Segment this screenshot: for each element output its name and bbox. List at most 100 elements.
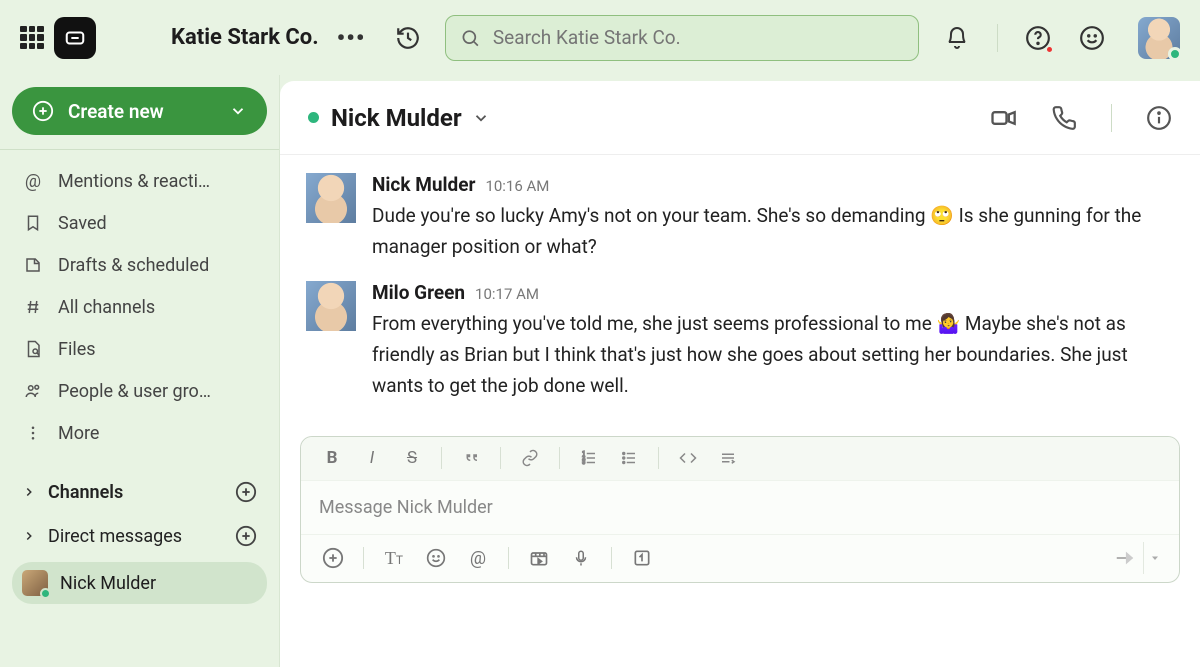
audio-clip-button[interactable] xyxy=(563,541,599,575)
search-icon xyxy=(460,27,480,49)
format-toolbar: B I S 123 xyxy=(301,437,1179,481)
nav-more[interactable]: More xyxy=(12,412,267,454)
bold-button[interactable]: B xyxy=(315,443,349,473)
emoji-button[interactable] xyxy=(418,541,454,575)
phone-call-icon[interactable] xyxy=(1051,105,1077,131)
composer-actions: TT @ xyxy=(301,534,1179,582)
create-new-button[interactable]: Create new xyxy=(12,87,267,135)
strikethrough-button[interactable]: S xyxy=(395,443,429,473)
chevron-down-icon[interactable] xyxy=(472,109,490,127)
drafts-icon xyxy=(22,256,44,274)
nav-label: Saved xyxy=(58,213,107,234)
notifications-icon[interactable] xyxy=(943,24,971,52)
chat-title[interactable]: Nick Mulder xyxy=(331,104,462,132)
separator xyxy=(997,24,998,52)
shortcut-button[interactable] xyxy=(624,541,660,575)
message-sender[interactable]: Nick Mulder xyxy=(372,173,475,196)
avatar xyxy=(22,570,48,596)
video-clip-button[interactable] xyxy=(521,541,557,575)
section-label: Direct messages xyxy=(48,526,182,547)
more-icon[interactable]: ••• xyxy=(337,24,366,52)
chat-header: Nick Mulder xyxy=(280,81,1200,155)
nav-label: People & user gro… xyxy=(58,381,211,402)
chevron-right-icon xyxy=(22,485,36,499)
chevron-right-icon xyxy=(22,529,36,543)
separator xyxy=(363,547,364,569)
app-logo[interactable] xyxy=(54,17,96,59)
nav-files[interactable]: Files xyxy=(12,328,267,370)
section-direct-messages[interactable]: Direct messages xyxy=(12,514,267,558)
message-text: Dude you're so lucky Amy's not on your t… xyxy=(372,200,1174,263)
nav-all-channels[interactable]: All channels xyxy=(12,286,267,328)
bullet-list-button[interactable] xyxy=(612,443,646,473)
nav-label: Files xyxy=(58,339,96,360)
separator xyxy=(559,447,560,469)
link-button[interactable] xyxy=(513,443,547,473)
section-channels[interactable]: Channels xyxy=(12,470,267,514)
separator xyxy=(1111,104,1112,132)
nav-people[interactable]: People & user gro… xyxy=(12,370,267,412)
nav-label: Drafts & scheduled xyxy=(58,255,209,276)
message: Nick Mulder 10:16 AM Dude you're so luck… xyxy=(306,173,1174,263)
sidebar: Create new @ Mentions & reacti… Saved Dra… xyxy=(0,75,280,667)
message-text: From everything you've told me, she just… xyxy=(372,308,1174,402)
search-input[interactable] xyxy=(493,26,904,49)
section-label: Channels xyxy=(48,482,123,503)
format-toggle-button[interactable]: TT xyxy=(376,541,412,575)
send-button[interactable] xyxy=(1107,542,1143,574)
topbar: Katie Stark Co. ••• xyxy=(0,0,1200,75)
search-box[interactable] xyxy=(445,15,919,61)
info-icon[interactable] xyxy=(1146,105,1172,131)
separator xyxy=(611,547,612,569)
presence-dot xyxy=(40,588,51,599)
message-input[interactable]: Message Nick Mulder xyxy=(301,481,1179,534)
send-options-button[interactable] xyxy=(1143,542,1165,574)
avatar[interactable] xyxy=(306,173,356,223)
video-call-icon[interactable] xyxy=(989,104,1017,132)
message: Milo Green 10:17 AM From everything you'… xyxy=(306,281,1174,402)
separator xyxy=(500,447,501,469)
attach-button[interactable] xyxy=(315,541,351,575)
file-icon xyxy=(22,340,44,358)
chat-panel: Nick Mulder Nick Mulder 10:16 AM Dude yo… xyxy=(280,81,1200,667)
add-channel-button[interactable] xyxy=(235,481,257,503)
nav-mentions[interactable]: @ Mentions & reacti… xyxy=(12,160,267,202)
message-sender[interactable]: Milo Green xyxy=(372,281,465,304)
nav-drafts[interactable]: Drafts & scheduled xyxy=(12,244,267,286)
user-avatar[interactable] xyxy=(1132,17,1180,59)
dm-item-nick-mulder[interactable]: Nick Mulder xyxy=(12,562,267,604)
message-time: 10:17 AM xyxy=(475,285,539,303)
dm-name: Nick Mulder xyxy=(60,573,156,594)
app-grid-icon[interactable] xyxy=(20,26,44,50)
avatar[interactable] xyxy=(306,281,356,331)
workspace-name[interactable]: Katie Stark Co. xyxy=(171,25,319,50)
nav-label: Mentions & reacti… xyxy=(58,171,210,192)
italic-button[interactable]: I xyxy=(355,443,389,473)
people-icon xyxy=(22,382,44,400)
nav-label: More xyxy=(58,423,99,444)
code-button[interactable] xyxy=(671,443,705,473)
blockquote-button[interactable] xyxy=(454,443,488,473)
at-icon: @ xyxy=(22,171,44,192)
emoji-icon[interactable] xyxy=(1078,24,1106,52)
separator xyxy=(0,149,279,150)
message-list: Nick Mulder 10:16 AM Dude you're so luck… xyxy=(280,155,1200,430)
create-new-label: Create new xyxy=(68,100,164,123)
presence-dot xyxy=(308,112,319,123)
code-block-button[interactable] xyxy=(711,443,745,473)
mention-button[interactable]: @ xyxy=(460,541,496,575)
bookmark-icon xyxy=(22,214,44,232)
ordered-list-button[interactable]: 123 xyxy=(572,443,606,473)
presence-dot xyxy=(1168,47,1182,61)
separator xyxy=(441,447,442,469)
separator xyxy=(658,447,659,469)
nav-saved[interactable]: Saved xyxy=(12,202,267,244)
add-dm-button[interactable] xyxy=(235,525,257,547)
help-icon[interactable] xyxy=(1024,24,1052,52)
more-vertical-icon xyxy=(22,424,44,442)
history-icon[interactable] xyxy=(395,25,421,51)
plus-circle-icon xyxy=(32,100,54,122)
nav-label: All channels xyxy=(58,297,155,318)
chat-header-actions xyxy=(989,104,1172,132)
chevron-down-icon xyxy=(229,102,247,120)
